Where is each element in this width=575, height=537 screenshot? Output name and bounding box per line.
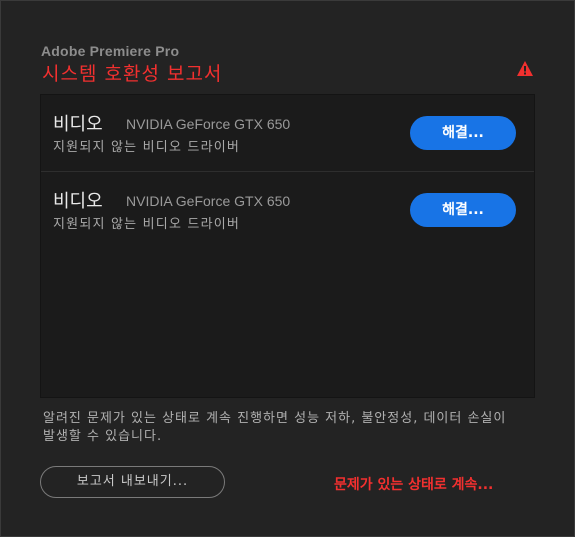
fix-button[interactable]: 해결... xyxy=(410,193,516,227)
continue-with-issues-link[interactable]: 문제가 있는 상태로 계속... xyxy=(334,474,493,494)
fix-button[interactable]: 해결... xyxy=(410,116,516,150)
export-report-button[interactable]: 보고서 내보내기... xyxy=(40,466,225,498)
issue-description: 지원되지 않는 비디오 드라이버 xyxy=(53,140,241,155)
warning-notice: 알려진 문제가 있는 상태로 계속 진행하면 성능 저하, 불안정성, 데이터 … xyxy=(43,411,507,444)
issue-row: 비디오 NVIDIA GeForce GTX 650 지원되지 않는 비디오 드… xyxy=(41,172,534,248)
dialog-title: 시스템 호환성 보고서 xyxy=(42,63,223,85)
issue-row: 비디오 NVIDIA GeForce GTX 650 지원되지 않는 비디오 드… xyxy=(41,95,534,172)
issue-device: NVIDIA GeForce GTX 650 xyxy=(126,116,291,132)
issue-category: 비디오 xyxy=(53,114,103,135)
issue-device: NVIDIA GeForce GTX 650 xyxy=(126,193,291,209)
issue-category: 비디오 xyxy=(53,191,103,212)
app-name: Adobe Premiere Pro xyxy=(41,43,180,59)
issues-list: 비디오 NVIDIA GeForce GTX 650 지원되지 않는 비디오 드… xyxy=(40,94,535,398)
issue-description: 지원되지 않는 비디오 드라이버 xyxy=(53,217,241,232)
warning-triangle-icon xyxy=(517,61,533,76)
